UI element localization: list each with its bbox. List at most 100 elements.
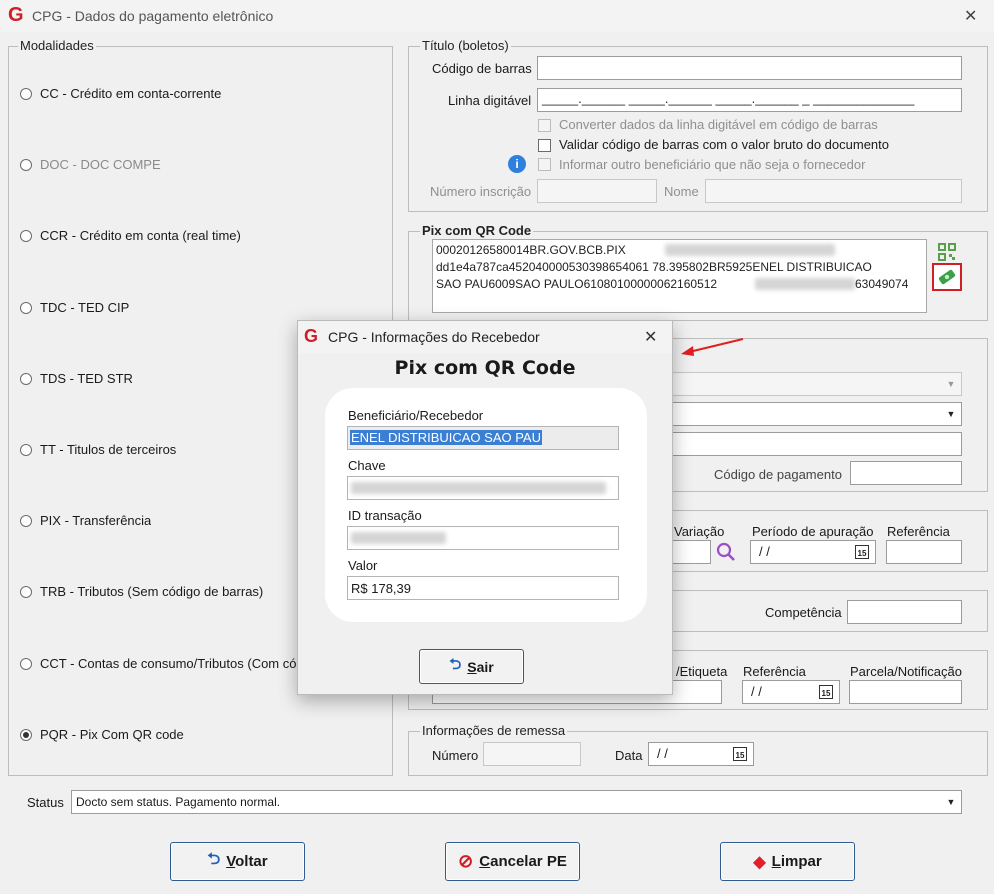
window-close-button[interactable]: ✕	[964, 6, 977, 26]
info-icon[interactable]: i	[508, 155, 526, 173]
radio-modalidade-2[interactable]	[20, 230, 32, 242]
radio-modalidade-8[interactable]	[20, 658, 32, 670]
pix-line-3b: 63049074	[855, 277, 909, 291]
data-label: Data	[615, 748, 643, 763]
dialog-close-button[interactable]: ✕	[644, 327, 657, 347]
radio-modalidade-0[interactable]	[20, 88, 32, 100]
informar-checkbox[interactable]	[538, 158, 551, 171]
radio-modalidade-4[interactable]	[20, 373, 32, 385]
periodo-apuracao-label: Período de apuração	[752, 524, 874, 539]
id-transacao-field[interactable]	[347, 526, 619, 550]
numero-inscricao-label: Número inscrição	[430, 184, 532, 199]
validar-checkbox[interactable]	[538, 139, 551, 152]
pix-qr-textarea[interactable]: 00020126580014BR.GOV.BCB.PIX dd1e4a787ca…	[432, 239, 927, 313]
radio-modalidade-3[interactable]	[20, 302, 32, 314]
referencia-input[interactable]	[886, 540, 962, 564]
codigo-barras-input[interactable]	[537, 56, 962, 80]
parcela-input[interactable]	[849, 680, 962, 704]
back-arrow-icon: ⮌	[449, 656, 462, 673]
beneficiario-label: Beneficiário/Recebedor	[348, 408, 484, 423]
dialog-title: CPG - Informações do Recebedor	[328, 329, 540, 345]
beneficiario-value: ENEL DISTRIBUICAO SAO PAU	[350, 430, 542, 445]
window-titlebar: G CPG - Dados do pagamento eletrônico ✕	[0, 0, 994, 32]
chave-field[interactable]	[347, 476, 619, 500]
cancel-icon: ⊘	[458, 851, 474, 871]
periodo-apuracao-input[interactable]: / / 15	[750, 540, 876, 564]
search-icon[interactable]	[715, 542, 737, 562]
linha-digitavel-input[interactable]: _____.______ _____.______ _____.______ _…	[537, 88, 962, 112]
calendar-icon[interactable]: 15	[819, 685, 833, 699]
validar-label: Validar código de barras com o valor bru…	[559, 137, 890, 152]
radio-modalidade-5[interactable]	[20, 444, 32, 456]
hidden-input-3[interactable]	[663, 432, 962, 456]
radio-modalidade-6[interactable]	[20, 515, 32, 527]
referencia2-input[interactable]: / / 15	[742, 680, 840, 704]
limpar-button[interactable]: ◆ Limpar	[720, 842, 855, 881]
radio-modalidade-1[interactable]	[20, 159, 32, 171]
remessa-legend: Informações de remessa	[420, 723, 568, 738]
referencia-label: Referência	[887, 524, 950, 539]
numero-inscricao-input[interactable]	[537, 179, 657, 203]
status-select[interactable]: Docto sem status. Pagamento normal. ▼	[71, 790, 962, 814]
modalidade-label-9: PQR - Pix Com QR code	[40, 727, 184, 742]
calendar-icon[interactable]: 15	[733, 747, 747, 761]
recebedor-dialog: G CPG - Informações do Recebedor ✕ Pix c…	[297, 320, 673, 695]
hidden-select-2[interactable]: ▼	[663, 402, 962, 426]
codigo-pagamento-input[interactable]	[850, 461, 962, 485]
parcela-label: Parcela/Notificação	[850, 664, 962, 679]
status-value: Docto sem status. Pagamento normal.	[76, 795, 281, 809]
beneficiario-field[interactable]: ENEL DISTRIBUICAO SAO PAU	[347, 426, 619, 450]
modalidade-label-4: TDS - TED STR	[40, 371, 133, 386]
back-arrow-icon: ⮌	[207, 851, 221, 868]
variacao-label: Variação	[674, 524, 725, 539]
modalidade-label-1: DOC - DOC COMPE	[40, 157, 161, 172]
linha-digitavel-label: Linha digitável	[448, 93, 532, 108]
pix-redacted-1	[665, 244, 835, 256]
converter-label: Converter dados da linha digitável em có…	[559, 117, 878, 132]
money-tag-icon	[938, 269, 956, 285]
voltar-button[interactable]: ⮌ Voltar	[170, 842, 305, 881]
pix-line-1: 00020126580014BR.GOV.BCB.PIX	[436, 243, 626, 257]
modalidade-label-7: TRB - Tributos (Sem código de barras)	[40, 584, 264, 599]
codigo-pagamento-label: Código de pagamento	[714, 467, 842, 482]
modalidade-label-3: TDC - TED CIP	[40, 300, 130, 315]
modalidades-legend: Modalidades	[18, 38, 96, 53]
modalidade-label-0: CC - Crédito em conta-corrente	[40, 86, 222, 101]
chave-redacted	[351, 482, 606, 494]
nome-input[interactable]	[705, 179, 962, 203]
sair-button[interactable]: ⮌ Sair	[419, 649, 524, 684]
cancelar-pe-button[interactable]: ⊘ Cancelar PE	[445, 842, 580, 881]
valor-field[interactable]: R$ 178,39	[347, 576, 619, 600]
valor-value: R$ 178,39	[351, 581, 411, 596]
modalidade-label-5: TT - Titulos de terceiros	[40, 442, 177, 457]
money-tag-button[interactable]	[932, 263, 962, 291]
pix-line-3a: SAO PAU6009SAO PAULO61080100000062160512	[436, 277, 718, 291]
converter-checkbox[interactable]	[538, 119, 551, 132]
etiqueta-label: /Etiqueta	[676, 664, 728, 679]
dialog-heading: Pix com QR Code	[394, 357, 576, 379]
nome-label: Nome	[664, 184, 699, 199]
hidden-select-1[interactable]: ▼	[663, 372, 962, 396]
annotation-arrow-icon	[681, 338, 744, 356]
informar-label: Informar outro beneficiário que não seja…	[559, 157, 866, 172]
chave-label: Chave	[348, 458, 386, 473]
competencia-input[interactable]	[847, 600, 962, 624]
referencia2-label: Referência	[743, 664, 806, 679]
pix-qr-legend: Pix com QR Code	[420, 223, 534, 238]
titulo-legend: Título (boletos)	[420, 38, 511, 53]
dialog-info-panel: Beneficiário/Recebedor ENEL DISTRIBUICAO…	[325, 388, 647, 622]
id-transacao-label: ID transação	[348, 508, 422, 523]
calendar-icon[interactable]: 15	[855, 545, 869, 559]
radio-modalidade-9[interactable]	[20, 729, 32, 741]
app-logo: G	[8, 4, 24, 26]
window-title: CPG - Dados do pagamento eletrônico	[32, 8, 274, 24]
modalidade-label-6: PIX - Transferência	[40, 513, 152, 528]
chevron-down-icon: ▼	[946, 797, 956, 807]
radio-modalidade-7[interactable]	[20, 586, 32, 598]
modalidade-label-8: CCT - Contas de consumo/Tributos (Com có	[40, 656, 297, 671]
eraser-icon: ◆	[753, 853, 766, 871]
pix-redacted-2	[755, 278, 855, 290]
numero-input[interactable]	[483, 742, 581, 766]
data-input[interactable]: / / 15	[648, 742, 754, 766]
qr-code-icon[interactable]	[938, 243, 956, 261]
